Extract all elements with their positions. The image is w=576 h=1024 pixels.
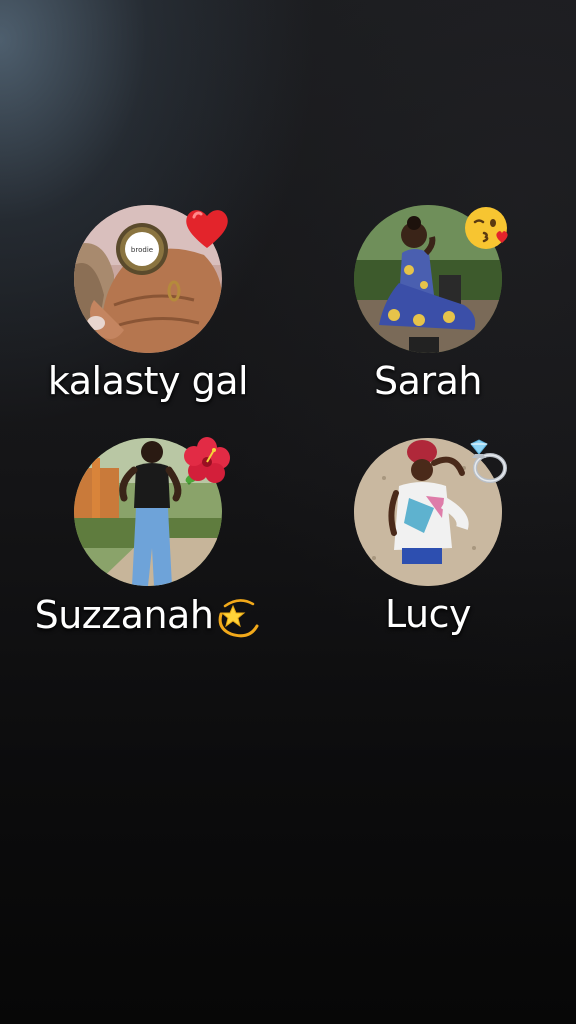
profile-name: Lucy (385, 592, 471, 636)
svg-text:brodie: brodie (131, 246, 153, 254)
profile-name: Sarah (374, 359, 482, 403)
profile-name: Suzzanah (18, 592, 278, 638)
kissing-face-icon (465, 207, 508, 249)
dizzy-star-icon (219, 599, 259, 638)
avatar-container (74, 437, 230, 586)
profile-card-suzzanah[interactable]: Suzzanah (18, 437, 278, 638)
profile-name: kalasty gal (47, 359, 249, 403)
profile-card-lucy[interactable]: Lucy (298, 438, 558, 636)
avatar-container: brodie (74, 205, 228, 353)
avatar-container (354, 438, 507, 586)
hibiscus-icon (184, 437, 230, 486)
profile-card-sarah[interactable]: Sarah (298, 205, 558, 403)
profile-name-text: Suzzanah (34, 593, 214, 637)
profile-card-kalasty-gal[interactable]: brodie kalasty gal (18, 205, 278, 403)
red-heart-icon (186, 210, 228, 248)
diamond-ring-icon (470, 439, 507, 483)
avatar-container (354, 205, 508, 353)
